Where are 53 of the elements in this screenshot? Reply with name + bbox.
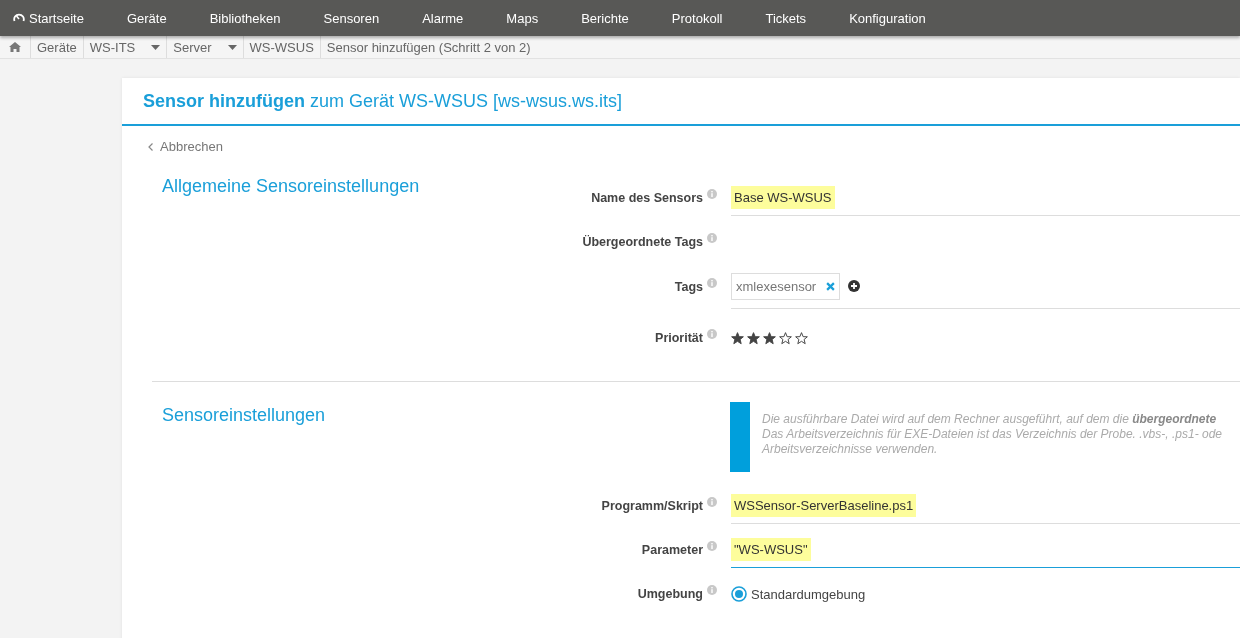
info-text: Die ausführbare Datei wird auf dem Rechner ausgeführt, auf dem die übergeordnete Das Arbeitsverzeichnis für EXE-Dateien ist das Verzeichnis der Probe. .vbs-, .ps1- ode Arbeitsverzeichnisse verwenden. [762, 411, 1222, 458]
text-field[interactable]: Base WS-WSUS [731, 180, 1240, 216]
chevron-icon [148, 142, 153, 151]
home-icon [9, 42, 21, 52]
cancel-link[interactable]: Abbrechen [148, 139, 223, 154]
add-icon[interactable] [848, 280, 861, 292]
breadcrumb-link[interactable]: Server [167, 36, 244, 58]
text-field[interactable]: WSSensor-ServerBaseline.ps1 [731, 488, 1240, 524]
page-title: Sensor hinzufügen zum Gerät WS-WSUS [ws-wsus.ws.its] [143, 90, 623, 112]
section-title: Sensoreinstellungen [161, 405, 327, 427]
nav-link[interactable]: Startseite [13, 10, 84, 26]
nav-link[interactable]: Alarme [422, 10, 464, 26]
priority-star[interactable] [763, 331, 776, 345]
info-icon [707, 541, 717, 551]
field-label: Parameter [640, 543, 703, 557]
caret-icon [227, 44, 237, 50]
field-label: Umgebung [636, 587, 703, 601]
nav-link[interactable]: Tickets [765, 10, 807, 26]
info-icon [707, 277, 717, 288]
priority-star[interactable] [779, 331, 792, 345]
nav-link[interactable]: Sensoren [323, 10, 380, 26]
breadcrumb-link[interactable]: WS-ITS [83, 36, 168, 58]
breadcrumb-link[interactable]: Geräte [31, 36, 84, 58]
remove-icon[interactable] [826, 281, 836, 291]
radio-option[interactable]: Standardumgebung [731, 586, 866, 602]
field-label: Name des Sensors [590, 191, 703, 205]
nav-link[interactable]: Protokoll [671, 10, 723, 26]
nav-link[interactable]: Geräte [126, 10, 167, 26]
field-label: Übergeordnete Tags [581, 235, 703, 249]
info-icon [707, 585, 717, 595]
info-icon [707, 497, 717, 507]
priority-star[interactable] [747, 331, 760, 345]
section-title: Allgemeine Sensoreinstellungen [161, 176, 421, 198]
caret-icon [151, 44, 161, 50]
info-icon [707, 329, 717, 339]
field-label: Tags [673, 279, 703, 294]
text-field[interactable]: "WS-WSUS" [731, 532, 1240, 568]
breadcrumb-link[interactable]: WS-WSUS [243, 36, 321, 58]
info-icon [707, 233, 717, 243]
breadcrumb-link[interactable]: Sensor hinzufügen (Schritt 2 von 2) [320, 36, 537, 58]
nav-link[interactable]: Konfiguration [849, 10, 926, 26]
nav-link[interactable]: Berichte [581, 10, 629, 26]
gauge-icon [13, 12, 25, 24]
info-icon [707, 189, 717, 199]
nav-link[interactable]: Maps [506, 10, 539, 26]
info-bar [730, 402, 750, 472]
field-label: Programm/Skript [600, 499, 703, 513]
priority-star[interactable] [795, 331, 808, 345]
radio-button[interactable] [731, 586, 747, 602]
priority-star[interactable] [731, 331, 744, 345]
field-label: Priorität [654, 331, 703, 345]
tag-chip: xmlexesensor [731, 272, 841, 300]
nav-link[interactable]: Bibliotheken [209, 10, 281, 26]
